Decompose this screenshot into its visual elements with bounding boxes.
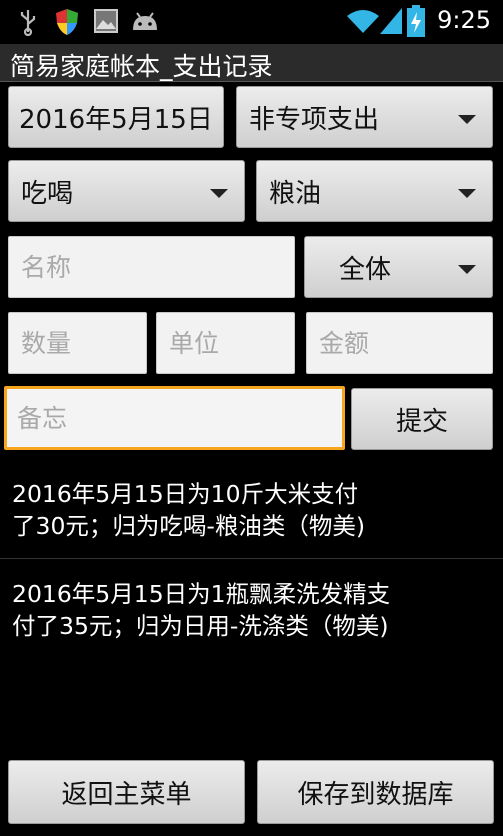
expense-type-label: 非专项支出 bbox=[249, 104, 380, 135]
submit-button[interactable]: 提交 bbox=[351, 388, 493, 450]
usb-icon bbox=[20, 10, 36, 36]
name-input[interactable] bbox=[8, 236, 295, 298]
wifi-icon bbox=[347, 10, 379, 33]
subcategory-label: 粮油 bbox=[269, 178, 322, 209]
category-label: 吃喝 bbox=[21, 178, 74, 209]
record-text-line: 了30元；归为吃喝-粮油类（物美) bbox=[12, 512, 366, 540]
status-bar: 9:25 bbox=[0, 0, 503, 44]
android-icon bbox=[133, 12, 157, 30]
scope-spinner[interactable]: 全体 bbox=[304, 236, 493, 298]
dropdown-arrow-icon bbox=[458, 264, 476, 274]
expense-type-spinner[interactable]: 非专项支出 bbox=[236, 86, 493, 148]
image-icon bbox=[94, 9, 118, 33]
record-text-line: 2016年5月15日为1瓶飘柔洗发精支 bbox=[12, 580, 391, 608]
battery-charging-icon bbox=[407, 5, 425, 37]
list-divider bbox=[0, 558, 503, 559]
date-button[interactable]: 2016年5月15日 bbox=[8, 86, 224, 148]
save-to-database-button[interactable]: 保存到数据库 bbox=[257, 760, 494, 824]
list-item[interactable]: 2016年5月15日为10斤大米支付 了30元；归为吃喝-粮油类（物美) bbox=[0, 474, 503, 546]
signal-icon bbox=[380, 8, 402, 34]
record-text-line: 2016年5月15日为10斤大米支付 bbox=[12, 480, 359, 508]
dropdown-arrow-icon bbox=[458, 114, 476, 124]
dropdown-arrow-icon bbox=[458, 188, 476, 198]
note-input[interactable] bbox=[4, 386, 345, 450]
subcategory-spinner[interactable]: 粮油 bbox=[256, 160, 493, 222]
title-bar: 简易家庭帐本_支出记录 bbox=[0, 44, 503, 82]
dropdown-arrow-icon bbox=[210, 188, 228, 198]
back-to-main-menu-button[interactable]: 返回主菜单 bbox=[8, 760, 245, 824]
shield-icon bbox=[56, 9, 78, 35]
record-text-line: 付了35元；归为日用-洗涤类（物美) bbox=[12, 612, 389, 640]
amount-input[interactable] bbox=[306, 312, 493, 374]
app-title: 简易家庭帐本_支出记录 bbox=[10, 52, 273, 81]
quantity-input[interactable] bbox=[8, 312, 147, 374]
clock: 9:25 bbox=[437, 6, 491, 34]
unit-input[interactable] bbox=[156, 312, 295, 374]
list-item[interactable]: 2016年5月15日为1瓶飘柔洗发精支 付了35元；归为日用-洗涤类（物美) bbox=[0, 574, 503, 646]
category-spinner[interactable]: 吃喝 bbox=[8, 160, 245, 222]
scope-label: 全体 bbox=[339, 254, 392, 285]
date-button-label: 2016年5月15日 bbox=[19, 104, 213, 135]
